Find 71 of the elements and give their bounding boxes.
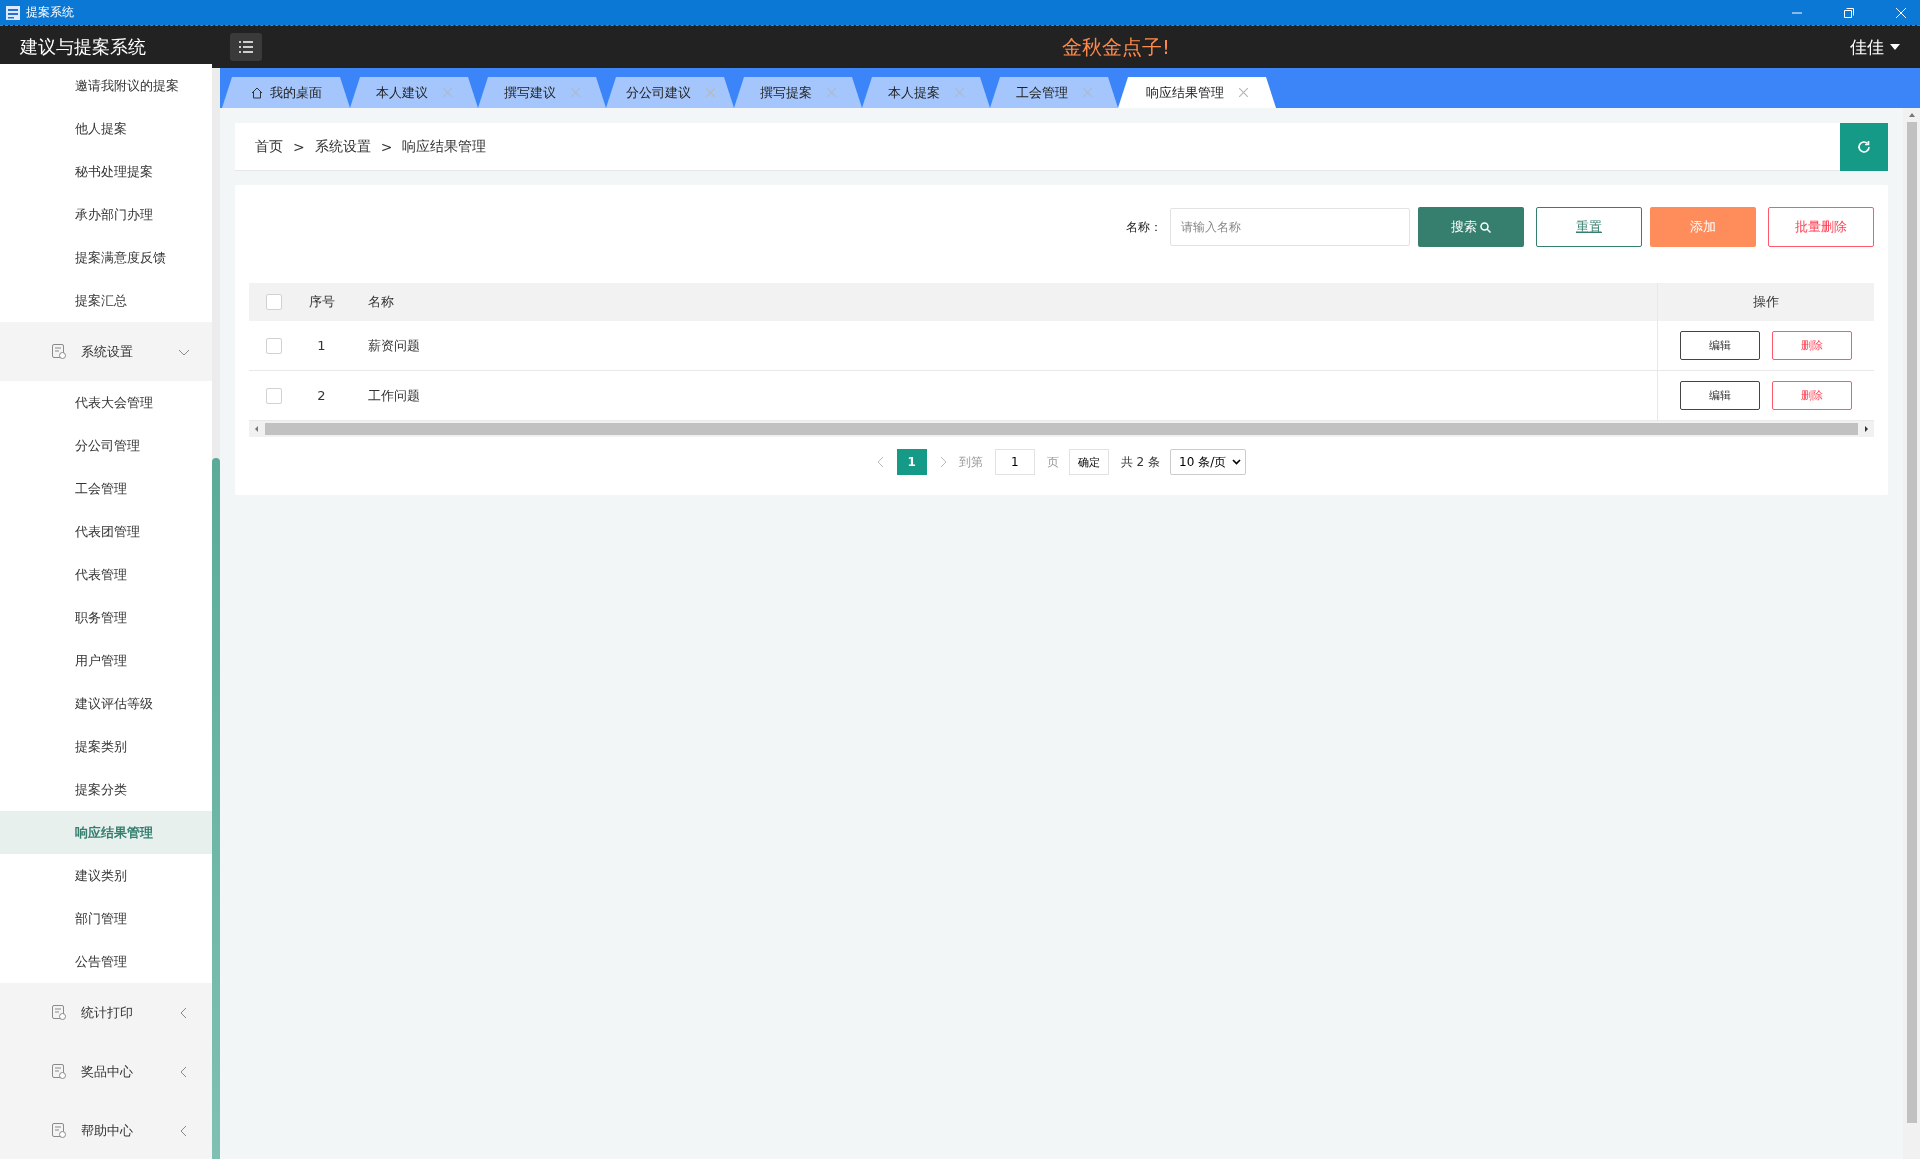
refresh-button[interactable] bbox=[1840, 123, 1888, 171]
column-header: 名称 bbox=[367, 293, 395, 311]
search-icon bbox=[1480, 221, 1491, 233]
page-size-select[interactable]: 10 条/页 bbox=[1170, 449, 1247, 475]
document-icon bbox=[52, 1064, 66, 1079]
window-title: 提案系统 bbox=[26, 4, 74, 21]
total-count: 共 2 条 bbox=[1120, 453, 1161, 471]
edit-button[interactable]: 编辑 bbox=[1680, 381, 1760, 410]
tab[interactable]: 响应结果管理 bbox=[1118, 77, 1276, 108]
sidebar-group[interactable]: 帮助中心 bbox=[0, 1101, 212, 1159]
document-icon bbox=[52, 344, 66, 359]
breadcrumb-separator: > bbox=[380, 138, 393, 155]
home-icon bbox=[250, 86, 263, 99]
checkbox[interactable] bbox=[266, 337, 282, 354]
column-header: 序号 bbox=[307, 293, 336, 311]
tab[interactable]: 撰写提案 bbox=[734, 77, 862, 108]
name-input[interactable]: 请输入名称 bbox=[1170, 208, 1410, 246]
slogan: 金秋金点子! bbox=[1061, 33, 1171, 61]
restore-icon[interactable] bbox=[1844, 7, 1854, 18]
sidebar-item[interactable]: 响应结果管理 bbox=[0, 811, 212, 854]
document-icon bbox=[52, 1123, 66, 1138]
tab[interactable]: 我的桌面 bbox=[222, 77, 350, 108]
goto-label: 到第 bbox=[958, 453, 983, 471]
previous-page-icon[interactable] bbox=[876, 456, 885, 468]
tab[interactable]: 分公司建议 bbox=[606, 77, 734, 108]
table-cell-text: 工作问题 bbox=[367, 386, 421, 405]
app-icon bbox=[6, 5, 20, 20]
page-button[interactable]: 1 bbox=[896, 449, 927, 475]
sidebar-group[interactable]: 奖品中心 bbox=[0, 1042, 212, 1101]
breadcrumb-link[interactable]: 首页 bbox=[255, 137, 283, 156]
next-page-icon[interactable] bbox=[938, 456, 947, 468]
table-cell-text: 1 bbox=[316, 337, 327, 355]
refresh-icon bbox=[1857, 140, 1871, 154]
arrow-left-icon[interactable] bbox=[253, 425, 261, 433]
menu-button[interactable] bbox=[230, 33, 262, 61]
document-icon bbox=[52, 1005, 66, 1020]
arrow-up-icon[interactable] bbox=[1907, 112, 1916, 118]
breadcrumb-separator: > bbox=[293, 138, 305, 155]
app-name: 建议与提案系统 bbox=[19, 35, 147, 59]
sidebar-group[interactable]: 系统设置 bbox=[0, 322, 212, 381]
breadcrumb-link[interactable]: 响应结果管理 bbox=[402, 137, 487, 156]
horizontal-scrollbar[interactable] bbox=[249, 421, 1874, 437]
search-button[interactable]: 搜索 bbox=[1418, 207, 1524, 247]
sidebar-group[interactable]: 统计打印 bbox=[0, 983, 212, 1042]
field-label: 名称： bbox=[1126, 218, 1162, 236]
vertical-scrollbar[interactable] bbox=[1903, 108, 1920, 1159]
delete-button[interactable]: 删除 bbox=[1772, 331, 1852, 360]
tab[interactable]: 撰写建议 bbox=[478, 77, 606, 108]
breadcrumb-link[interactable]: 系统设置 bbox=[314, 137, 371, 156]
tab[interactable]: 本人提案 bbox=[862, 77, 990, 108]
checkbox[interactable] bbox=[266, 387, 282, 404]
delete-button[interactable]: 删除 bbox=[1772, 381, 1852, 410]
table-cell-text: 薪资问题 bbox=[367, 336, 421, 355]
close-icon[interactable] bbox=[1239, 88, 1248, 97]
edit-button[interactable]: 编辑 bbox=[1680, 331, 1760, 360]
menu-icon bbox=[239, 41, 253, 53]
caret-icon bbox=[1232, 459, 1242, 465]
danger-button[interactable]: 批量删除 bbox=[1768, 207, 1874, 247]
table-cell-text: 2 bbox=[316, 387, 327, 405]
tab[interactable]: 本人建议 bbox=[350, 77, 478, 108]
page-unit: 页 bbox=[1046, 453, 1059, 471]
scrollbar-thumb[interactable] bbox=[212, 458, 220, 1159]
checkbox[interactable] bbox=[266, 294, 282, 310]
reset-button[interactable]: 重置 bbox=[1536, 207, 1642, 247]
column-header: 操作 bbox=[1657, 283, 1874, 321]
caret-icon bbox=[1890, 44, 1900, 50]
confirm-button[interactable]: 确定 bbox=[1068, 449, 1109, 475]
page-input[interactable]: 1 bbox=[994, 449, 1035, 475]
arrow-right-icon[interactable] bbox=[1862, 425, 1870, 433]
tab[interactable]: 工会管理 bbox=[990, 77, 1118, 108]
user-menu[interactable]: 佳佳 bbox=[1850, 35, 1900, 59]
